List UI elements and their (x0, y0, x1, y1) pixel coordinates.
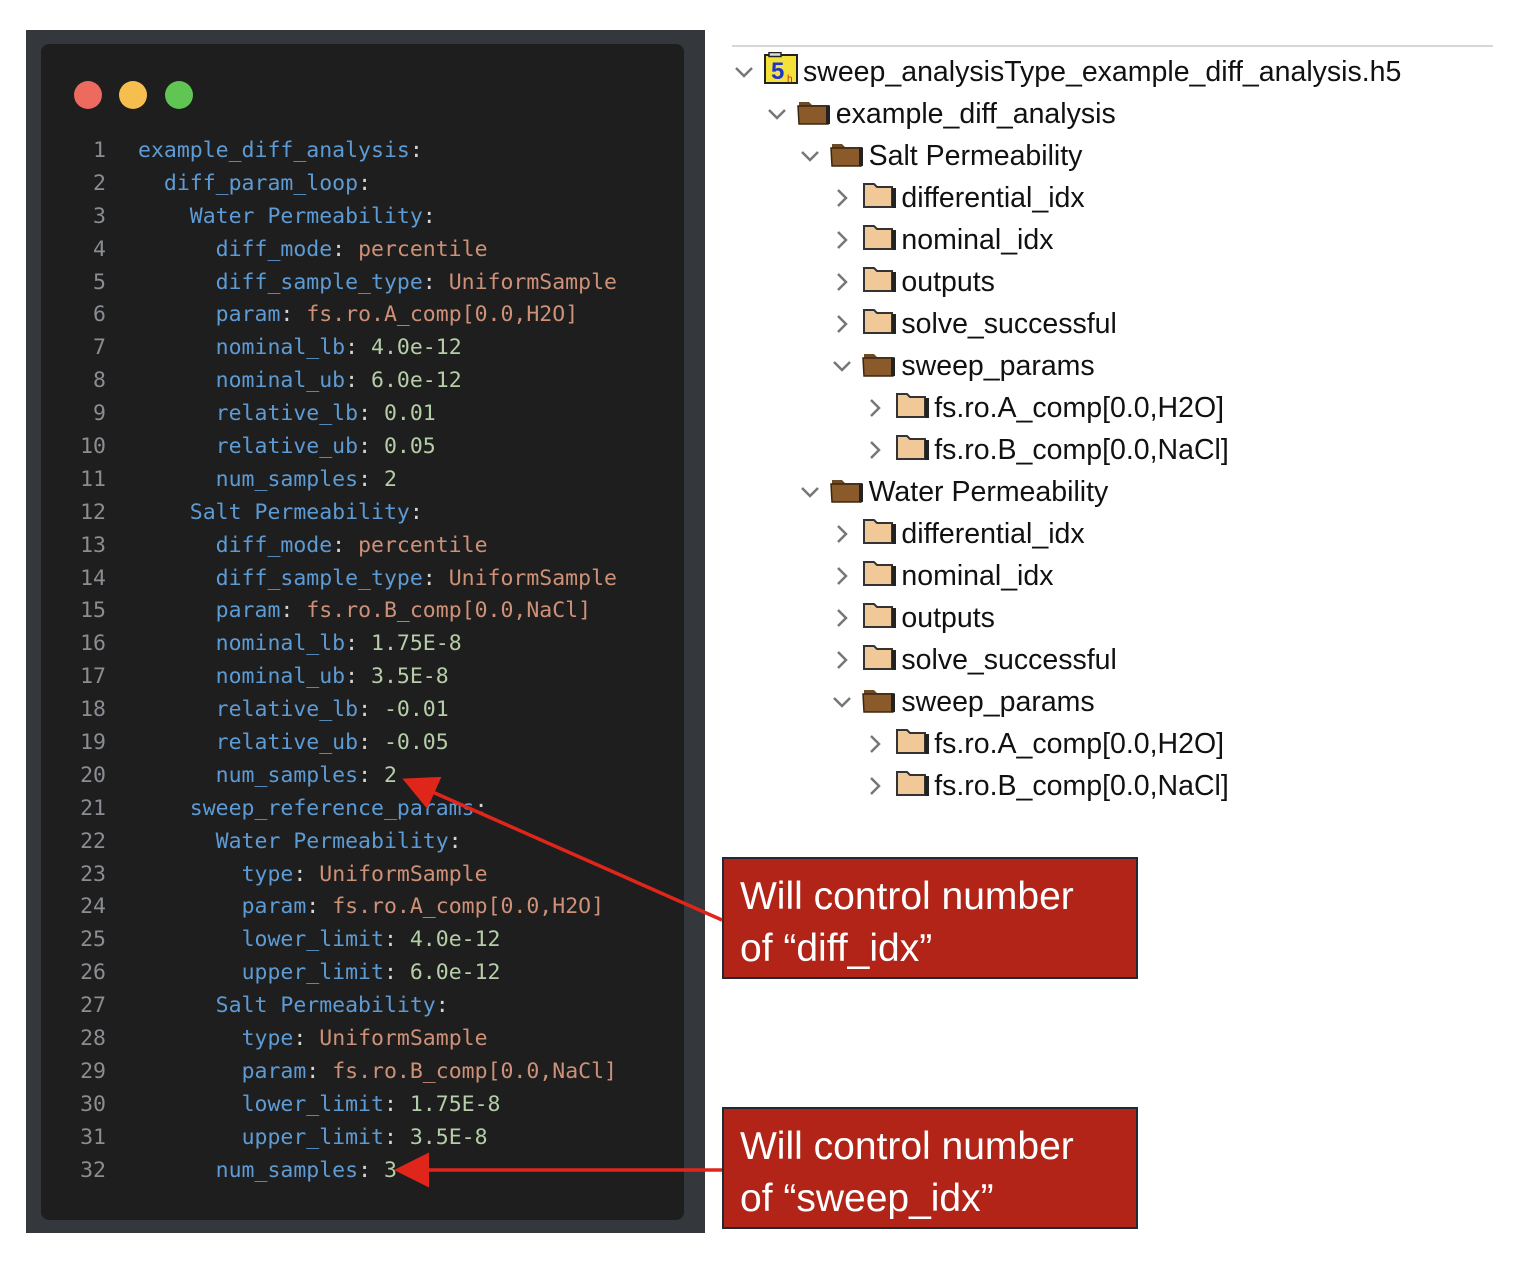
arrow-to-line-20 (402, 776, 723, 922)
annotation-arrows (394, 776, 723, 1188)
